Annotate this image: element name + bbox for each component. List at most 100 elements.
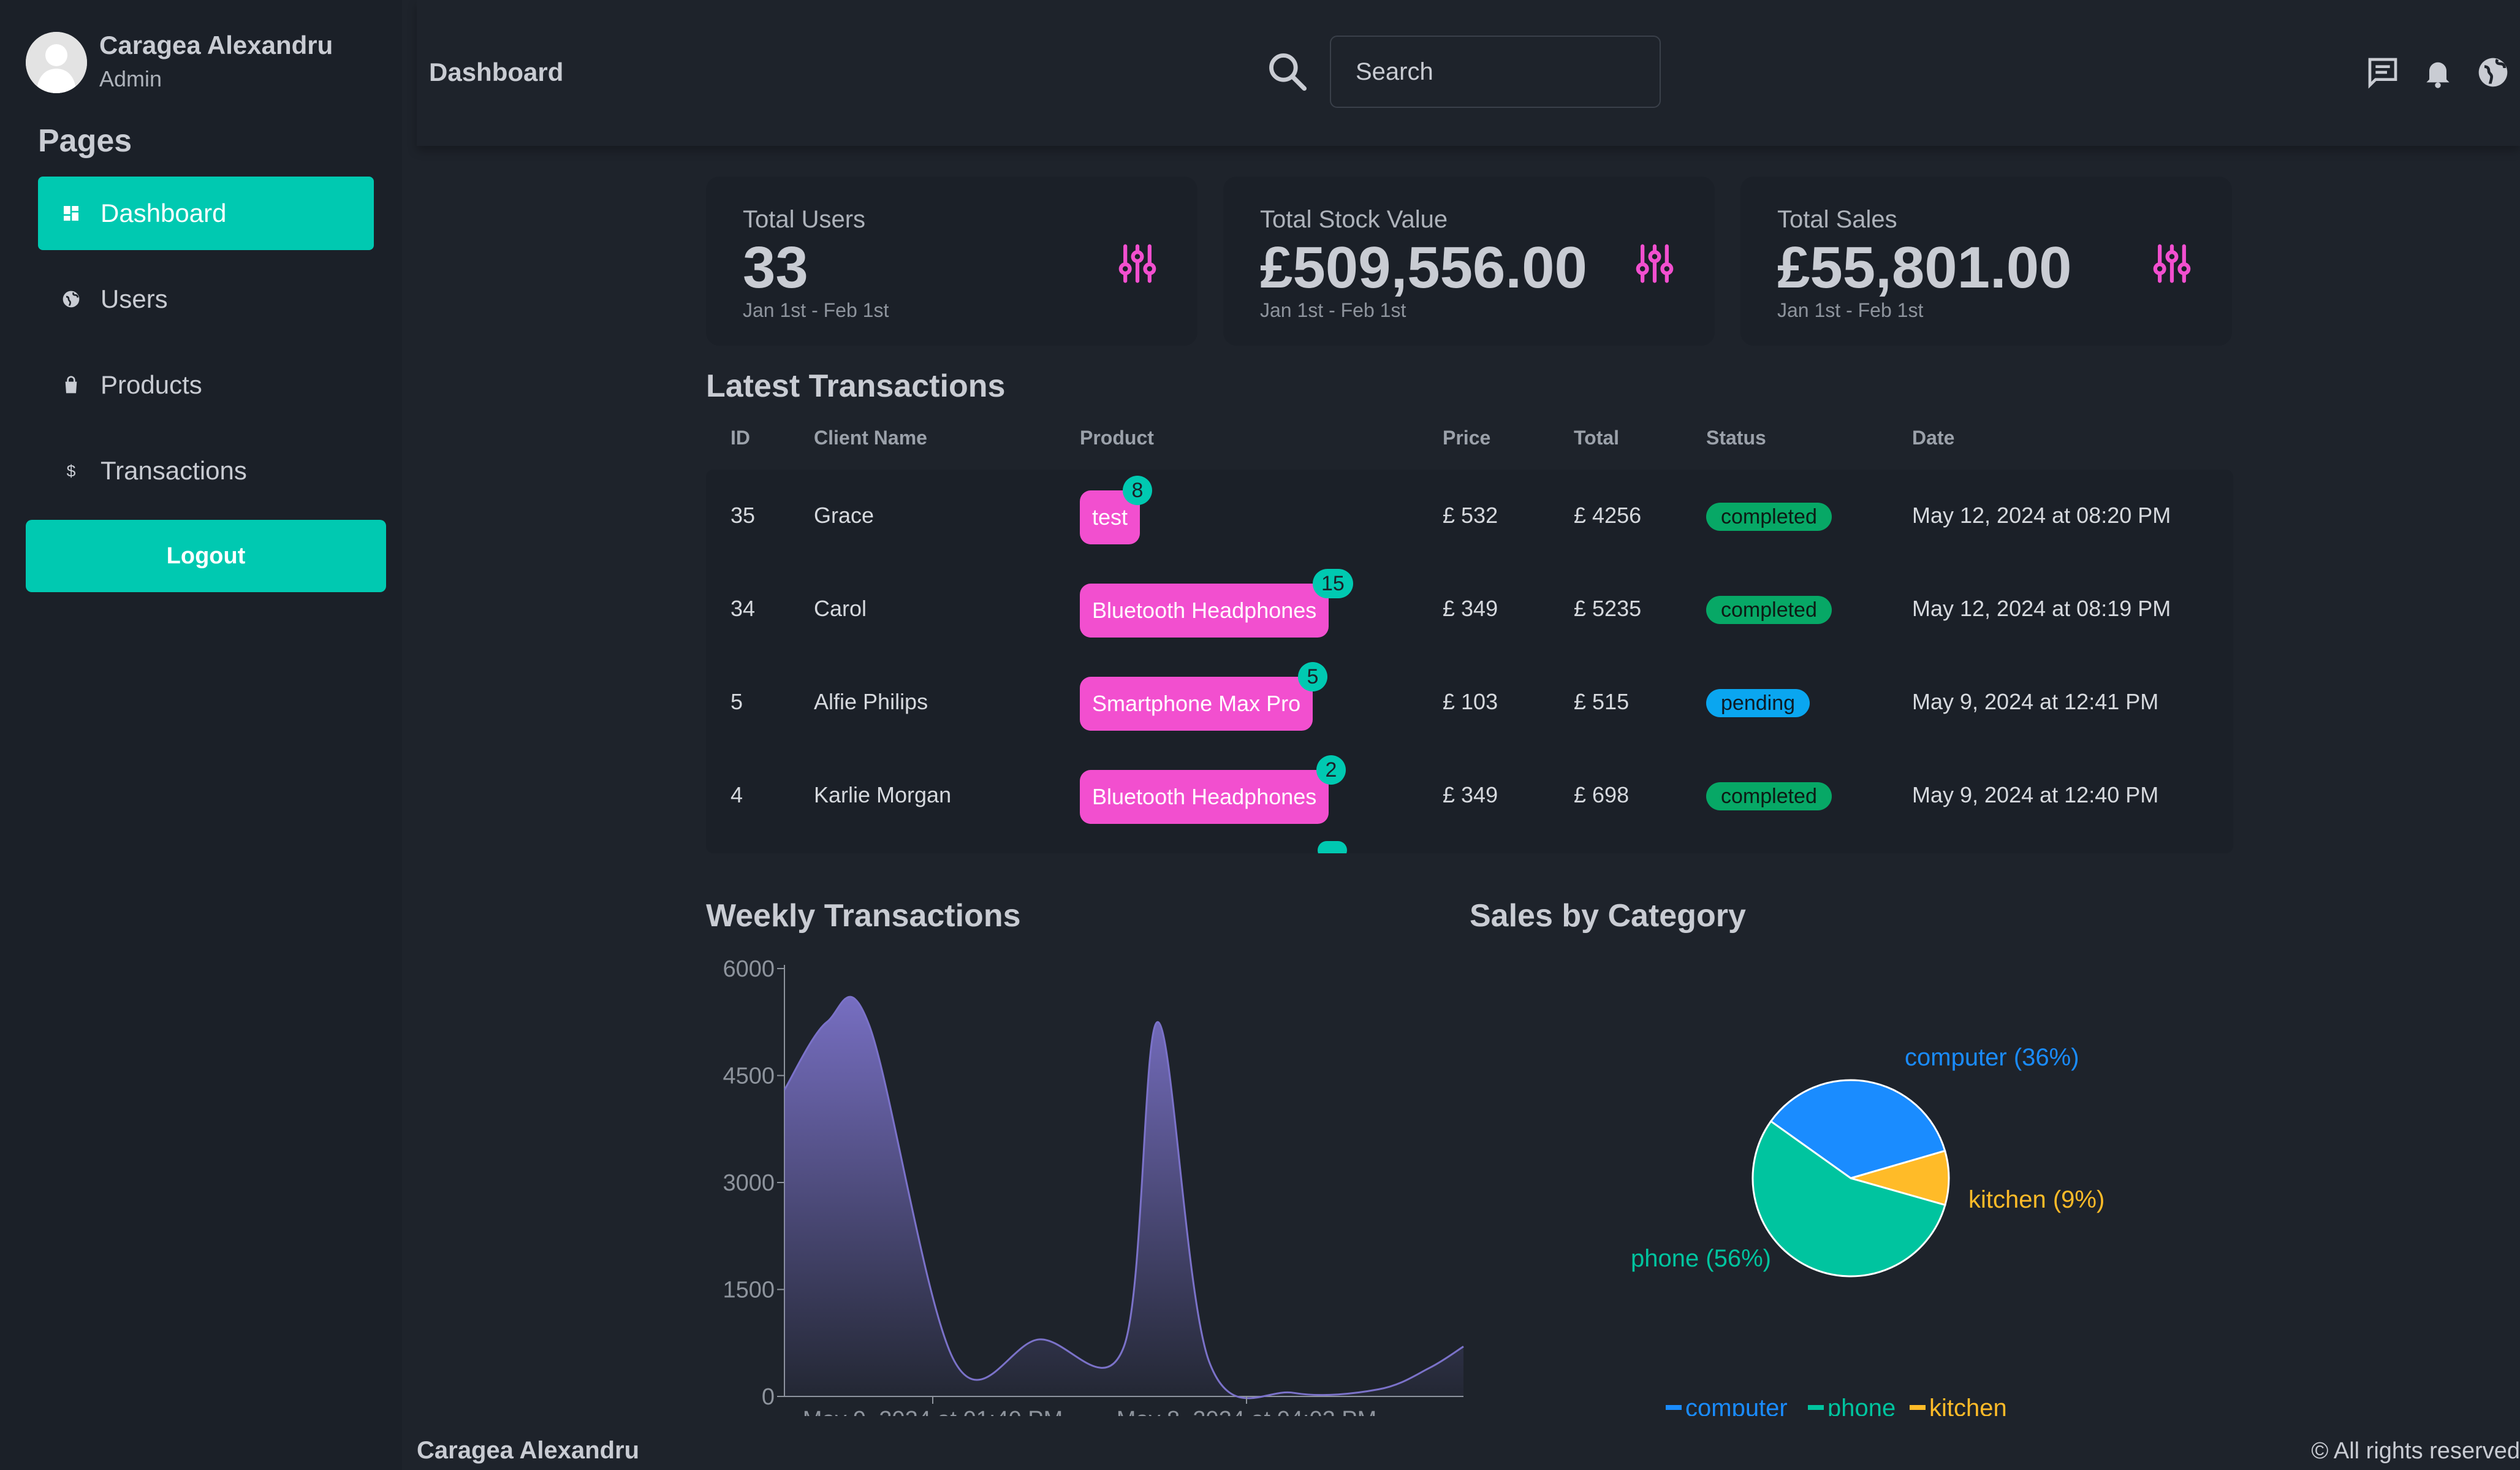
legend-swatch-phone — [1808, 1405, 1824, 1410]
bell-icon[interactable] — [2421, 55, 2455, 89]
sidebar-item-label: Products — [101, 370, 202, 399]
logout-button[interactable]: Logout — [26, 520, 386, 592]
sliders-icon[interactable] — [1634, 243, 1676, 284]
column-header-status[interactable]: Status — [1706, 427, 1766, 449]
sidebar-item-users[interactable]: Users — [38, 262, 374, 336]
cell-id: 5 — [731, 689, 743, 714]
stat-range: Jan 1st - Feb 1st — [1777, 299, 1924, 321]
column-header-date[interactable]: Date — [1912, 427, 1954, 449]
stat-card-total-stock-value: Total Stock Value £509,556.00 Jan 1st - … — [1223, 177, 1715, 346]
globe-icon[interactable] — [2476, 55, 2510, 89]
cell-price: £ 349 — [1443, 782, 1498, 807]
search-icon[interactable] — [1266, 50, 1308, 92]
product-badge: Smartphone Max Pro — [1080, 677, 1313, 731]
cell-client-name: Karlie Morgan — [814, 782, 952, 807]
chat-icon[interactable] — [2366, 55, 2400, 89]
stat-value: £509,556.00 — [1260, 235, 1587, 300]
cell-date: May 9, 2024 at 12:41 PM — [1912, 689, 2159, 714]
status-badge: pending — [1706, 689, 1810, 717]
product-name: test — [1092, 505, 1128, 530]
quantity-badge: 5 — [1298, 662, 1327, 691]
quantity-badge: 15 — [1313, 569, 1353, 598]
cell-id: 35 — [731, 503, 756, 528]
shopping-bag-icon — [59, 373, 83, 397]
sliders-icon[interactable] — [1117, 243, 1158, 284]
dollar-icon: $ — [59, 459, 83, 483]
sidebar-item-transactions[interactable]: $ Transactions — [38, 434, 374, 508]
user-name: Caragea Alexandru — [99, 31, 333, 59]
stat-value: £55,801.00 — [1777, 235, 2072, 300]
cell-client-name: Carol — [814, 596, 867, 621]
globe-icon — [59, 287, 83, 311]
stat-value: 33 — [743, 235, 808, 300]
search-input[interactable] — [1330, 36, 1661, 108]
cell-client-name: Grace — [814, 503, 875, 528]
pie-label-phone: phone (56%) — [1631, 1245, 1771, 1272]
status-badge: completed — [1706, 782, 1832, 810]
cell-id: 34 — [731, 596, 756, 621]
stat-label: Total Stock Value — [1260, 206, 1448, 233]
sidebar: Caragea Alexandru Admin Pages Dashboard … — [0, 0, 402, 1470]
sliders-icon[interactable] — [2151, 243, 2193, 284]
sidebar-item-label: Dashboard — [101, 199, 227, 227]
area-fill — [784, 997, 1463, 1398]
cell-price: £ 103 — [1443, 689, 1498, 714]
table-row[interactable]: 35 Grace test 8 £ 532 £ 4256 completed M… — [706, 470, 2233, 563]
product-badge: Bluetooth Headphones — [1080, 770, 1329, 824]
legend-swatch-kitchen — [1910, 1405, 1926, 1410]
cell-price: £ 349 — [1443, 596, 1498, 621]
stat-range: Jan 1st - Feb 1st — [1260, 299, 1406, 321]
legend-swatch-computer — [1666, 1405, 1682, 1410]
dashboard-icon — [59, 201, 83, 226]
column-header-product[interactable]: Product — [1080, 427, 1154, 449]
legend-label-phone[interactable]: phone — [1827, 1395, 1896, 1416]
column-header-id[interactable]: ID — [731, 427, 750, 449]
transactions-title: Latest Transactions — [706, 368, 1006, 404]
table-row[interactable]: 5 Alfie Philips Smartphone Max Pro 5 £ 1… — [706, 656, 2233, 749]
table-row[interactable]: 4 Karlie Morgan Bluetooth Headphones 2 £… — [706, 749, 2233, 842]
cell-date: May 9, 2024 at 12:40 PM — [1912, 782, 2159, 807]
status-badge: completed — [1706, 596, 1832, 624]
product-name: Bluetooth Headphones — [1092, 784, 1317, 809]
column-header-client-name[interactable]: Client Name — [814, 427, 927, 449]
column-header-price[interactable]: Price — [1443, 427, 1490, 449]
legend-label-computer[interactable]: computer — [1685, 1395, 1788, 1416]
pie-label-kitchen: kitchen (9%) — [1968, 1186, 2104, 1213]
stat-range: Jan 1st - Feb 1st — [743, 299, 889, 321]
column-header-total[interactable]: Total — [1574, 427, 1619, 449]
stat-label: Total Users — [743, 206, 866, 233]
cell-client-name: Alfie Philips — [814, 689, 928, 714]
cell-total: £ 4256 — [1574, 503, 1642, 528]
product-badge: Bluetooth Headphones — [1080, 584, 1329, 638]
svg-text:$: $ — [67, 462, 76, 480]
pie-label-computer: computer (36%) — [1905, 1044, 2079, 1071]
cell-date: May 12, 2024 at 08:20 PM — [1912, 503, 2171, 528]
legend-label-kitchen[interactable]: kitchen — [1929, 1395, 2007, 1416]
stat-card-total-sales: Total Sales £55,801.00 Jan 1st - Feb 1st — [1740, 177, 2232, 346]
transactions-table: 35 Grace test 8 £ 532 £ 4256 completed M… — [706, 470, 2233, 853]
footer-copyright: © All rights reserved — [2311, 1438, 2520, 1464]
y-tick-label: 0 — [762, 1384, 775, 1410]
weekly-transactions-chart: 0 1500 3000 4500 6000 May 9, 2024 at 01:40 PM… — [723, 956, 1464, 1416]
x-tick-label: May 8, 2024 at 04:02 PM — [1117, 1407, 1377, 1416]
sidebar-item-dashboard[interactable]: Dashboard — [38, 177, 374, 250]
x-tick-label: May 9, 2024 at 01:40 PM — [803, 1407, 1063, 1416]
y-tick-label: 3000 — [723, 1170, 775, 1196]
cell-total: £ 698 — [1574, 782, 1630, 807]
page-title: Dashboard — [429, 58, 564, 86]
top-header: Dashboard — [417, 0, 2520, 146]
cell-date: May 12, 2024 at 08:19 PM — [1912, 596, 2171, 621]
user-role: Admin — [99, 66, 162, 91]
footer-author: Caragea Alexandru — [417, 1437, 640, 1464]
product-name: Bluetooth Headphones — [1092, 598, 1317, 623]
weekly-transactions-title: Weekly Transactions — [706, 898, 1021, 934]
sales-by-category-chart: computer (36%) kitchen (9%) phone (56%) com… — [1631, 1044, 2104, 1416]
avatar[interactable] — [26, 32, 87, 93]
cell-id: 4 — [731, 782, 743, 807]
quantity-badge: 2 — [1316, 755, 1346, 785]
product-name: Smartphone Max Pro — [1092, 691, 1301, 716]
sidebar-item-products[interactable]: Products — [38, 348, 374, 422]
stat-label: Total Sales — [1777, 206, 1897, 233]
stat-card-total-users: Total Users 33 Jan 1st - Feb 1st — [706, 177, 1197, 346]
table-row[interactable]: 34 Carol Bluetooth Headphones 15 £ 349 £… — [706, 563, 2233, 656]
